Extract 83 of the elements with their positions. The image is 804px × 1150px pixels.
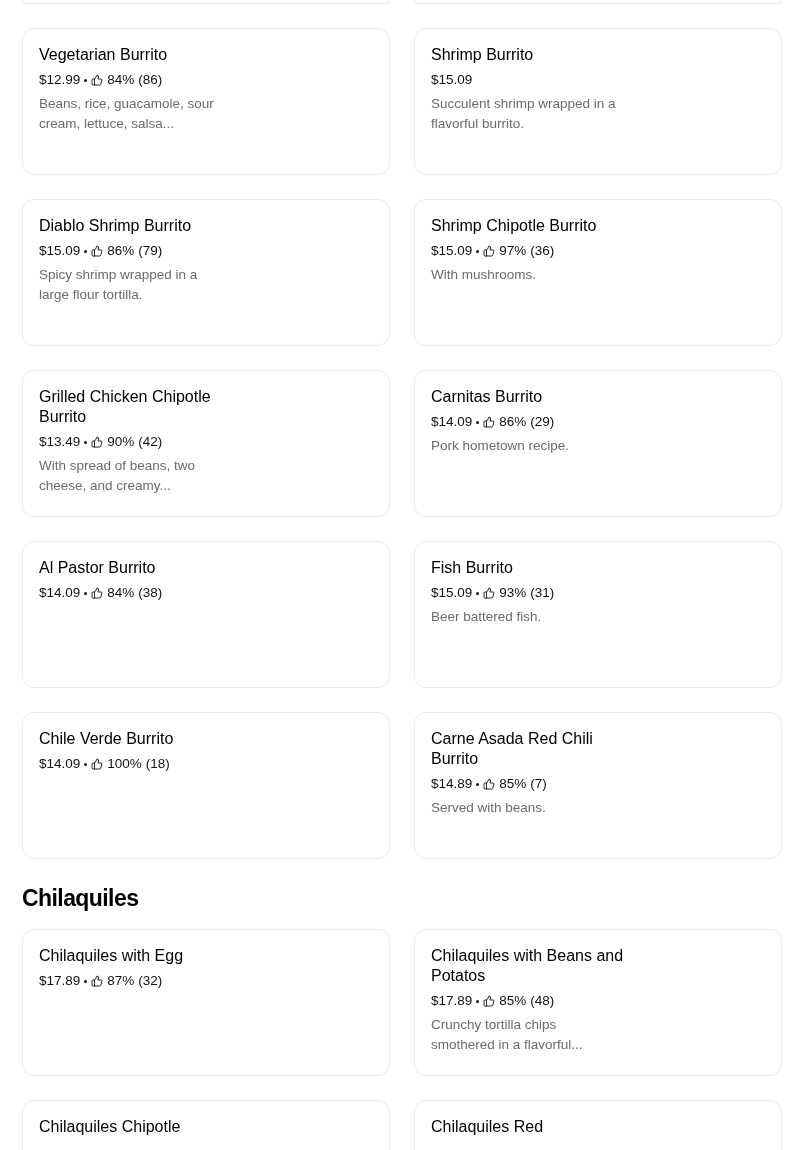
section-heading: Chilaquiles xyxy=(22,884,140,913)
rating-count: (79) xyxy=(138,242,163,260)
item-rating: 85% xyxy=(499,992,527,1010)
item-rating: 100% xyxy=(107,755,142,773)
item-price: $17.89 xyxy=(39,972,81,990)
item-description: Succulent shrimp wrapped in a flavorful burrito. xyxy=(431,95,617,133)
item-description: Beer battered fish. xyxy=(431,608,543,626)
item-rating: 93% xyxy=(499,584,527,602)
menu-item-card[interactable]: Diablo Shrimp Burrito $15.09 86% (79) Spicy shrimp wrapped in a large flour tortilla. xyxy=(22,199,390,346)
item-name: Al Pastor Burrito xyxy=(39,558,157,578)
item-rating: 97% xyxy=(499,242,527,260)
menu-item-card[interactable]: Carnitas Burrito $14.09 86% (29) Pork hometown recipe. xyxy=(414,370,782,517)
item-price: $15.09 xyxy=(431,242,473,260)
menu-item-card[interactable]: Chilaquiles Red xyxy=(414,1100,782,1150)
item-rating: 86% xyxy=(499,413,527,431)
item-description: Pork hometown recipe. xyxy=(431,437,571,455)
item-name: Vegetarian Burrito xyxy=(39,45,169,65)
item-rating: 85% xyxy=(499,775,527,793)
thumbs-up-icon xyxy=(483,778,496,790)
thumbs-up-icon xyxy=(91,245,104,257)
item-name: Grilled Chicken Chipotle Burrito xyxy=(39,387,212,427)
thumbs-up-icon xyxy=(91,587,104,599)
item-price: $14.09 xyxy=(431,413,473,431)
menu-item-card[interactable]: Grilled Chicken Chipotle Burrito $13.49 90% (42) With spread of beans, two cheese, and creamy... xyxy=(22,370,390,517)
rating-count: (42) xyxy=(138,433,163,451)
item-price: $14.89 xyxy=(431,775,473,793)
item-price: $14.09 xyxy=(39,584,81,602)
thumbs-up-icon xyxy=(483,995,496,1007)
menu-item-card[interactable]: Chilaquiles with Beans and Potatos $17.89 85% (48) Crunchy tortilla chips smothered in a flavorful... xyxy=(414,929,782,1076)
rating-count: (29) xyxy=(530,413,555,431)
menu-item-card[interactable]: Chilaquiles Chipotle xyxy=(22,1100,390,1150)
item-price: $17.89 xyxy=(431,992,473,1010)
item-rating: 87% xyxy=(107,972,135,990)
item-name: Carne Asada Red Chili Burrito xyxy=(431,729,594,769)
menu-item-card[interactable]: Vegetarian Burrito $12.99 84% (86) Beans, rice, guacamole, sour cream, lettuce, salsa... xyxy=(22,28,390,175)
thumbs-up-icon xyxy=(91,74,104,86)
thumbs-up-icon xyxy=(483,245,496,257)
rating-count: (31) xyxy=(530,584,555,602)
item-description: With spread of beans, two cheese, and creamy... xyxy=(39,457,197,495)
item-price: $14.09 xyxy=(39,755,81,773)
item-name: Diablo Shrimp Burrito xyxy=(39,216,193,236)
item-name: Chilaquiles Chipotle xyxy=(39,1117,182,1137)
menu-item-card[interactable]: Fish Burrito $15.09 93% (31) Beer battered fish. xyxy=(414,541,782,688)
item-name: Chilaquiles with Beans and Potatos xyxy=(431,946,625,986)
rating-count: (48) xyxy=(530,992,555,1010)
thumbs-up-icon xyxy=(91,758,104,770)
thumbs-up-icon xyxy=(483,587,496,599)
item-rating: 84% xyxy=(107,71,135,89)
item-name: Carnitas Burrito xyxy=(431,387,544,407)
rating-count: (18) xyxy=(145,755,170,773)
item-name: Shrimp Burrito xyxy=(431,45,535,65)
menu-item-card[interactable]: Al Pastor Burrito $14.09 84% (38) xyxy=(22,541,390,688)
item-price: $12.99 xyxy=(39,71,81,89)
thumbs-up-icon xyxy=(91,436,104,448)
item-description: Spicy shrimp wrapped in a large flour tortilla. xyxy=(39,266,199,304)
thumbs-up-icon xyxy=(91,975,104,987)
item-name: Fish Burrito xyxy=(431,558,514,578)
rating-count: (38) xyxy=(138,584,163,602)
item-description: Beans, rice, guacamole, sour cream, lettuce, salsa... xyxy=(39,95,215,133)
thumbs-up-icon xyxy=(483,416,496,428)
item-description: Crunchy tortilla chips smothered in a flavorful... xyxy=(431,1016,584,1054)
item-name: Chilaquiles Red xyxy=(431,1117,545,1137)
item-price: $13.49 xyxy=(39,433,81,451)
rating-count: (32) xyxy=(138,972,163,990)
item-description: Served with beans. xyxy=(431,799,547,817)
item-description: With mushrooms. xyxy=(431,266,538,284)
menu-item-card[interactable]: Carne Asada Red Chili Burrito $14.89 85% (7) Served with beans. xyxy=(414,712,782,859)
rating-count: (86) xyxy=(138,71,163,89)
item-rating: 86% xyxy=(107,242,135,260)
menu-item-card[interactable]: Chile Verde Burrito $14.09 100% (18) xyxy=(22,712,390,859)
menu-item-card[interactable]: Chilaquiles with Egg $17.89 87% (32) xyxy=(22,929,390,1076)
item-name: Shrimp Chipotle Burrito xyxy=(431,216,598,236)
item-price: $15.09 xyxy=(431,71,473,89)
menu-item-card[interactable]: Shrimp Chipotle Burrito $15.09 97% (36) With mushrooms. xyxy=(414,199,782,346)
item-rating: 84% xyxy=(107,584,135,602)
item-name: Chilaquiles with Egg xyxy=(39,946,185,966)
item-name: Chile Verde Burrito xyxy=(39,729,175,749)
item-price: $15.09 xyxy=(431,584,473,602)
rating-count: (7) xyxy=(530,775,547,793)
item-price: $15.09 xyxy=(39,242,81,260)
item-rating: 90% xyxy=(107,433,135,451)
rating-count: (36) xyxy=(530,242,555,260)
menu-item-card[interactable]: Shrimp Burrito $15.09 Succulent shrimp wrapped in a flavorful burrito. xyxy=(414,28,782,175)
